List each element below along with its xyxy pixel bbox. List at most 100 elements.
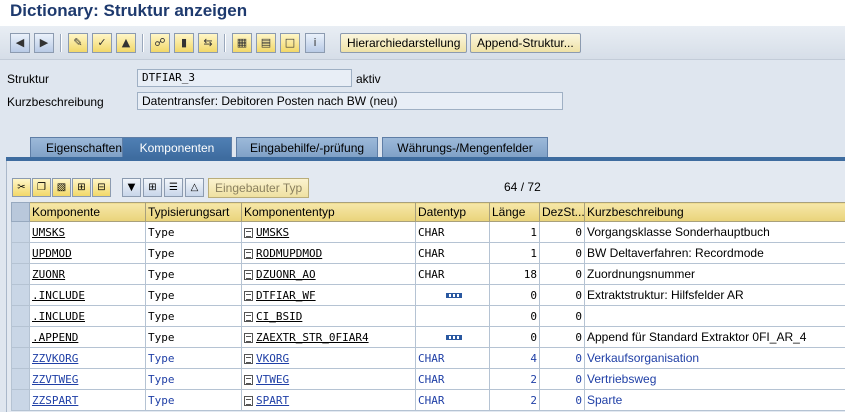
cell-kurzbeschreibung[interactable] xyxy=(584,305,845,327)
screen-icon[interactable]: ▤ xyxy=(256,33,276,53)
cell-komponententyp[interactable]: DZUONR_AO xyxy=(241,263,416,285)
cell-dezst[interactable]: 0 xyxy=(539,326,585,348)
table-row[interactable]: UMSKS Type UMSKS CHAR 1 0 Vorgangsklasse Sonde… xyxy=(11,221,845,243)
cell-laenge[interactable]: 18 xyxy=(489,263,540,285)
cell-laenge[interactable]: 1 xyxy=(489,242,540,264)
tab-eingabehilfe[interactable]: Eingabehilfe/-prüfung xyxy=(236,137,378,158)
value-help-icon[interactable] xyxy=(244,248,253,259)
cell-laenge[interactable]: 0 xyxy=(489,326,540,348)
cell-datentyp[interactable]: CHAR xyxy=(415,221,490,243)
cell-komponente[interactable]: ZZSPART xyxy=(29,389,146,411)
table-row[interactable]: ZZVTWEG Type VTWEG CHAR 2 0 Vertriebsweg xyxy=(11,368,845,390)
collapse-icon[interactable]: △ xyxy=(185,178,204,197)
cell-typisierungsart[interactable]: Type xyxy=(145,347,242,369)
expand-icon[interactable]: ⊞ xyxy=(143,178,162,197)
where-used-icon[interactable]: ☍ xyxy=(150,33,170,53)
table-row[interactable]: .APPEND Type ZAEXTR_STR_0FIAR4 0 0 Append für… xyxy=(11,326,845,348)
row-selector[interactable] xyxy=(11,242,30,264)
find-icon[interactable]: ☰ xyxy=(164,178,183,197)
table-row[interactable]: .INCLUDE Type DTFIAR_WF 0 0 Extraktstruktur: … xyxy=(11,284,845,306)
cell-datentyp[interactable]: CHAR xyxy=(415,368,490,390)
cell-datentyp[interactable]: CHAR xyxy=(415,242,490,264)
cell-kurzbeschreibung[interactable]: Vorgangsklasse Sonderhauptbuch xyxy=(584,221,845,243)
navigation-icon[interactable]: ⇆ xyxy=(198,33,218,53)
object-list-icon[interactable]: ▮ xyxy=(174,33,194,53)
cell-dezst[interactable]: 0 xyxy=(539,221,585,243)
cell-komponente[interactable]: ZUONR xyxy=(29,263,146,285)
row-selector-header[interactable] xyxy=(11,202,30,222)
cell-komponente[interactable]: ZZVTWEG xyxy=(29,368,146,390)
kurzbeschreibung-field[interactable]: Datentransfer: Debitoren Posten nach BW … xyxy=(137,92,563,110)
cell-datentyp[interactable]: CHAR xyxy=(415,389,490,411)
table-row[interactable]: ZUONR Type DZUONR_AO CHAR 18 0 Zuordnungsnumme… xyxy=(11,263,845,285)
value-help-icon[interactable] xyxy=(244,353,253,364)
paste-icon[interactable]: ▧ xyxy=(52,178,71,197)
value-help-icon[interactable] xyxy=(244,311,253,322)
cell-typisierungsart[interactable]: Type xyxy=(145,389,242,411)
arrow-right-icon[interactable]: ▶ xyxy=(34,33,54,53)
column-header-komponente[interactable]: Komponente xyxy=(29,202,146,222)
cell-dezst[interactable]: 0 xyxy=(539,368,585,390)
column-header-komponententyp[interactable]: Komponententyp xyxy=(241,202,416,222)
value-help-icon[interactable] xyxy=(244,269,253,280)
table-row[interactable]: .INCLUDE Type CI_BSID 0 0 xyxy=(11,305,845,327)
column-header-typisierungsart[interactable]: Typisierungsart xyxy=(145,202,242,222)
cut-icon[interactable]: ✂ xyxy=(12,178,31,197)
append-structure-button[interactable]: Append-Struktur... xyxy=(470,33,581,53)
cell-komponente[interactable]: .INCLUDE xyxy=(29,284,146,306)
cell-komponente[interactable]: UPDMOD xyxy=(29,242,146,264)
cell-laenge[interactable]: 4 xyxy=(489,347,540,369)
cell-kurzbeschreibung[interactable]: Sparte xyxy=(584,389,845,411)
cell-komponententyp[interactable]: UMSKS xyxy=(241,221,416,243)
cell-typisierungsart[interactable]: Type xyxy=(145,242,242,264)
cell-typisierungsart[interactable]: Type xyxy=(145,284,242,306)
cell-dezst[interactable]: 0 xyxy=(539,263,585,285)
cell-komponententyp[interactable]: VKORG xyxy=(241,347,416,369)
cell-datentyp[interactable]: CHAR xyxy=(415,347,490,369)
cell-dezst[interactable]: 0 xyxy=(539,242,585,264)
value-help-icon[interactable] xyxy=(244,332,253,343)
column-header-dezst[interactable]: DezSt... xyxy=(539,202,585,222)
table-row[interactable]: ZZVKORG Type VKORG CHAR 4 0 Verkaufsorganisati… xyxy=(11,347,845,369)
cell-kurzbeschreibung[interactable]: Vertriebsweg xyxy=(584,368,845,390)
cell-kurzbeschreibung[interactable]: BW Deltaverfahren: Recordmode xyxy=(584,242,845,264)
tab-waehrungsfelder[interactable]: Währungs-/Mengenfelder xyxy=(382,137,548,158)
cell-komponente[interactable]: .INCLUDE xyxy=(29,305,146,327)
row-selector[interactable] xyxy=(11,389,30,411)
table-row[interactable]: UPDMOD Type RODMUPDMOD CHAR 1 0 BW Deltaverfah… xyxy=(11,242,845,264)
cell-laenge[interactable]: 0 xyxy=(489,305,540,327)
table-row[interactable]: ZZSPART Type SPART CHAR 2 0 Sparte xyxy=(11,389,845,411)
row-selector[interactable] xyxy=(11,305,30,327)
tab-komponenten[interactable]: Komponenten xyxy=(122,137,232,158)
row-selector[interactable] xyxy=(11,263,30,285)
value-help-icon[interactable] xyxy=(244,395,253,406)
cell-dezst[interactable]: 0 xyxy=(539,389,585,411)
filter-icon[interactable]: ▼ xyxy=(122,178,141,197)
delete-row-icon[interactable]: ⊟ xyxy=(92,178,111,197)
activate-icon[interactable]: ▲ xyxy=(116,33,136,53)
cell-kurzbeschreibung[interactable]: Zuordnungsnummer xyxy=(584,263,845,285)
row-selector[interactable] xyxy=(11,284,30,306)
cell-typisierungsart[interactable]: Type xyxy=(145,221,242,243)
builtin-type-button[interactable]: Eingebauter Typ xyxy=(208,178,310,198)
row-selector[interactable] xyxy=(11,221,30,243)
column-header-datentyp[interactable]: Datentyp xyxy=(415,202,490,222)
cell-typisierungsart[interactable]: Type xyxy=(145,305,242,327)
cell-typisierungsart[interactable]: Type xyxy=(145,263,242,285)
value-help-icon[interactable] xyxy=(244,290,253,301)
row-selector[interactable] xyxy=(11,326,30,348)
check-icon[interactable]: ✓ xyxy=(92,33,112,53)
cell-komponente[interactable]: ZZVKORG xyxy=(29,347,146,369)
cell-datentyp[interactable] xyxy=(415,305,490,327)
column-header-kurzbeschreibung[interactable]: Kurzbeschreibung xyxy=(584,202,845,222)
arrow-left-icon[interactable]: ◀ xyxy=(10,33,30,53)
cell-komponententyp[interactable]: VTWEG xyxy=(241,368,416,390)
cell-dezst[interactable]: 0 xyxy=(539,284,585,306)
cell-kurzbeschreibung[interactable]: Verkaufsorganisation xyxy=(584,347,845,369)
cell-dezst[interactable]: 0 xyxy=(539,347,585,369)
cell-kurzbeschreibung[interactable]: Append für Standard Extraktor 0FI_AR_4 xyxy=(584,326,845,348)
cell-datentyp[interactable] xyxy=(415,326,490,348)
cell-laenge[interactable]: 1 xyxy=(489,221,540,243)
hierarchy-icon[interactable]: ▦ xyxy=(232,33,252,53)
cell-datentyp[interactable] xyxy=(415,284,490,306)
